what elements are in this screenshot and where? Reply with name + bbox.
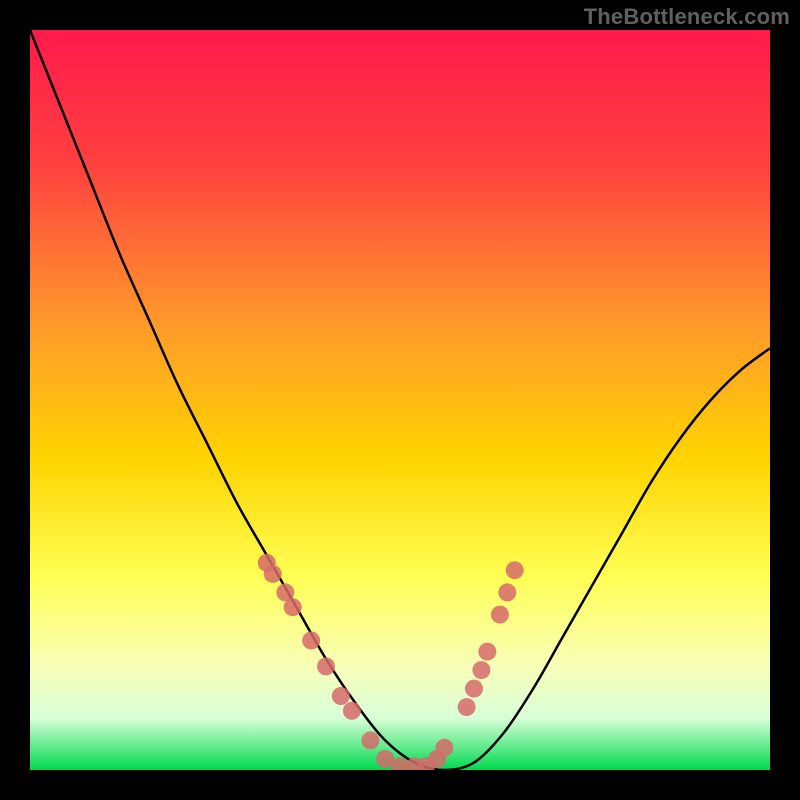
marker-dot	[264, 565, 282, 583]
marker-dot	[491, 606, 509, 624]
marker-dot	[458, 698, 476, 716]
chart-svg	[30, 30, 770, 770]
marker-dot	[478, 643, 496, 661]
plot-background	[30, 30, 770, 770]
marker-dot	[302, 632, 320, 650]
marker-dot	[498, 583, 516, 601]
marker-dot	[332, 687, 350, 705]
marker-dot	[472, 661, 490, 679]
watermark-text: TheBottleneck.com	[584, 4, 790, 30]
marker-dot	[317, 657, 335, 675]
marker-dot	[506, 561, 524, 579]
marker-dot	[435, 739, 453, 757]
chart-frame: TheBottleneck.com	[0, 0, 800, 800]
marker-dot	[465, 680, 483, 698]
marker-dot	[343, 702, 361, 720]
marker-dot	[361, 731, 379, 749]
marker-dot	[284, 598, 302, 616]
